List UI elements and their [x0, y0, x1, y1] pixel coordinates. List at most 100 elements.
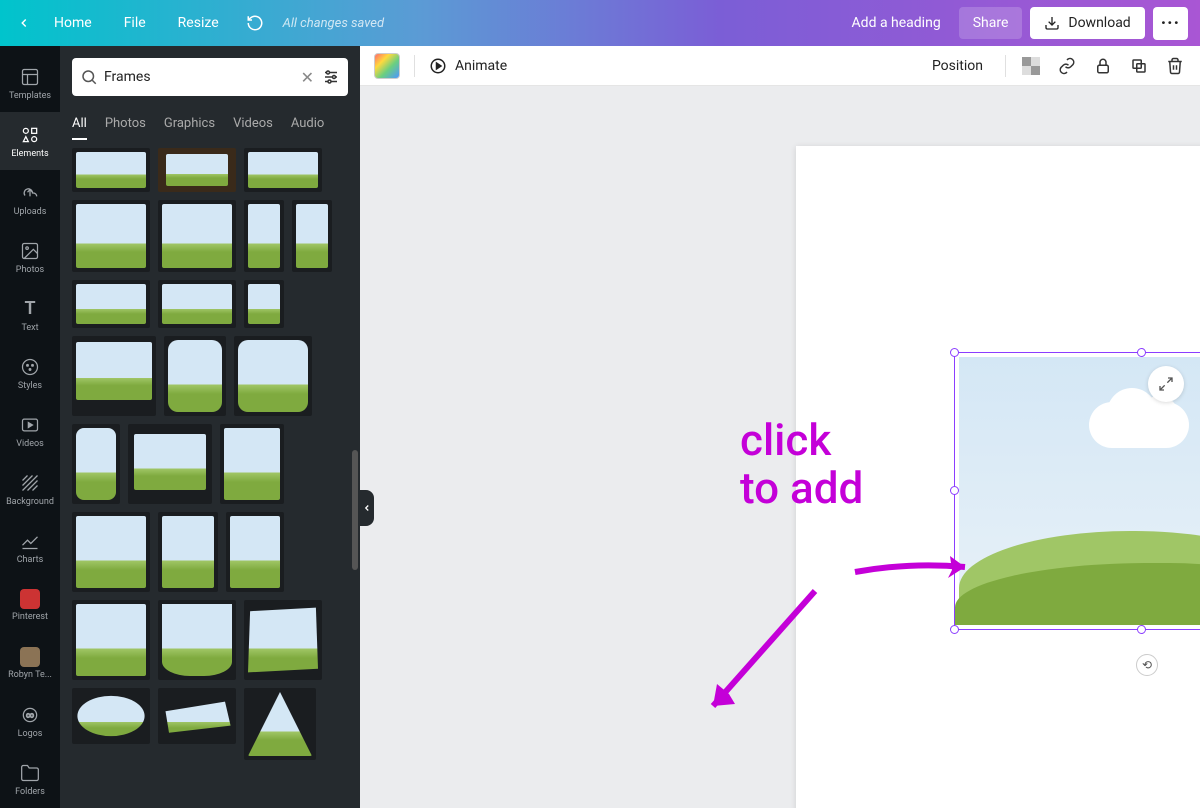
resize-menu[interactable]: Resize — [164, 9, 233, 37]
frame-thumbnail[interactable] — [158, 688, 236, 744]
back-button[interactable] — [12, 11, 36, 35]
frame-thumbnail[interactable] — [128, 424, 212, 504]
nav-rail: Templates Elements Uploads Photos T Text… — [0, 46, 60, 808]
nav-videos-label: Videos — [16, 440, 44, 449]
nav-styles[interactable]: Styles — [0, 344, 60, 402]
top-bar: Home File Resize All changes saved Add a… — [0, 0, 1200, 46]
frame-thumbnail[interactable] — [72, 280, 150, 328]
scrollbar-thumb[interactable] — [352, 450, 358, 570]
frame-thumbnail[interactable] — [72, 424, 120, 504]
resize-handle-sw[interactable] — [950, 625, 959, 634]
frame-thumbnail[interactable] — [158, 280, 236, 328]
collapse-panel-button[interactable] — [360, 490, 374, 526]
tab-photos[interactable]: Photos — [105, 108, 146, 139]
nav-pinterest-label: Pinterest — [12, 613, 48, 622]
search-clear-button[interactable]: ✕ — [299, 66, 316, 89]
nav-uploads-label: Uploads — [14, 208, 47, 217]
frame-thumbnail[interactable] — [244, 688, 316, 760]
animate-button[interactable]: Animate — [429, 57, 507, 75]
frame-thumbnail[interactable] — [72, 688, 150, 744]
frame-thumbnail[interactable] — [158, 600, 236, 680]
search-results[interactable] — [60, 140, 360, 808]
canvas-viewport[interactable]: ⟲ click to add — [360, 86, 1200, 808]
transparency-button[interactable] — [1020, 55, 1042, 77]
frame-thumbnail[interactable] — [158, 200, 236, 272]
nav-videos[interactable]: Videos — [0, 402, 60, 460]
search-row: ✕ — [60, 46, 360, 108]
expand-canvas-button[interactable] — [1148, 366, 1184, 402]
animate-icon — [429, 57, 447, 75]
search-icon — [80, 68, 98, 86]
uploads-icon — [20, 183, 40, 203]
frame-thumbnail[interactable] — [220, 424, 284, 504]
search-input[interactable] — [104, 69, 293, 85]
frame-thumbnail[interactable] — [244, 280, 284, 328]
undo-icon — [246, 14, 264, 32]
nav-logos[interactable]: CO Logos — [0, 692, 60, 750]
nav-uploads[interactable]: Uploads — [0, 170, 60, 228]
frame-thumbnail[interactable] — [234, 336, 312, 416]
animate-label: Animate — [455, 58, 507, 74]
undo-button[interactable] — [241, 9, 269, 37]
frame-thumbnail[interactable] — [244, 148, 322, 192]
filter-button[interactable] — [322, 68, 340, 86]
duplicate-button[interactable] — [1128, 55, 1150, 77]
nav-text[interactable]: T Text — [0, 286, 60, 344]
nav-folders[interactable]: Folders — [0, 750, 60, 808]
frame-thumbnail[interactable] — [292, 200, 332, 272]
top-bar-right: Add a heading Share Download ··· — [842, 7, 1188, 40]
folders-icon — [20, 763, 40, 783]
svg-text:CO: CO — [26, 713, 34, 719]
nav-pinterest[interactable]: Pinterest — [0, 576, 60, 634]
trash-icon — [1166, 57, 1184, 75]
frame-thumbnail[interactable] — [244, 600, 322, 680]
frame-thumbnail[interactable] — [158, 512, 218, 592]
resize-handle-n[interactable] — [1137, 348, 1146, 357]
transparency-icon — [1022, 57, 1040, 75]
search-box[interactable]: ✕ — [72, 58, 348, 96]
nav-background[interactable]: Background — [0, 460, 60, 518]
resize-handle-nw[interactable] — [950, 348, 959, 357]
nav-templates-label: Templates — [9, 92, 51, 101]
color-picker-button[interactable] — [374, 53, 400, 79]
lock-button[interactable] — [1092, 55, 1114, 77]
tab-graphics[interactable]: Graphics — [164, 108, 215, 139]
main-area: Templates Elements Uploads Photos T Text… — [0, 46, 1200, 808]
styles-icon — [20, 357, 40, 377]
frame-thumbnail[interactable] — [244, 200, 284, 272]
file-menu[interactable]: File — [110, 9, 160, 37]
frame-thumbnail[interactable] — [72, 148, 150, 192]
frame-thumbnail[interactable] — [72, 600, 150, 680]
lock-icon — [1094, 57, 1112, 75]
more-menu-button[interactable]: ··· — [1153, 7, 1188, 40]
nav-templates[interactable]: Templates — [0, 54, 60, 112]
position-button[interactable]: Position — [924, 54, 991, 78]
resize-handle-s[interactable] — [1137, 625, 1146, 634]
nav-elements-label: Elements — [11, 150, 48, 159]
divider — [1005, 55, 1006, 77]
tab-all[interactable]: All — [72, 108, 87, 139]
download-button[interactable]: Download — [1030, 7, 1144, 39]
download-label: Download — [1068, 15, 1130, 31]
share-button[interactable]: Share — [959, 7, 1023, 39]
home-menu[interactable]: Home — [40, 9, 106, 37]
delete-button[interactable] — [1164, 55, 1186, 77]
elements-panel: ✕ All Photos Graphics Videos Audio — [60, 46, 360, 808]
nav-robyn[interactable]: Robyn Te... — [0, 634, 60, 692]
resize-handle-w[interactable] — [950, 486, 959, 495]
frame-thumbnail[interactable] — [72, 336, 156, 416]
nav-background-label: Background — [6, 498, 54, 507]
frame-thumbnail[interactable] — [158, 148, 236, 192]
rotate-handle[interactable]: ⟲ — [1136, 654, 1158, 676]
nav-elements[interactable]: Elements — [0, 112, 60, 170]
add-heading-button[interactable]: Add a heading — [842, 9, 951, 37]
frame-thumbnail[interactable] — [226, 512, 284, 592]
frame-thumbnail[interactable] — [72, 512, 150, 592]
tab-audio[interactable]: Audio — [291, 108, 324, 139]
tab-videos[interactable]: Videos — [233, 108, 273, 139]
nav-photos[interactable]: Photos — [0, 228, 60, 286]
frame-thumbnail[interactable] — [164, 336, 226, 416]
link-button[interactable] — [1056, 55, 1078, 77]
nav-charts[interactable]: Charts — [0, 518, 60, 576]
frame-thumbnail[interactable] — [72, 200, 150, 272]
